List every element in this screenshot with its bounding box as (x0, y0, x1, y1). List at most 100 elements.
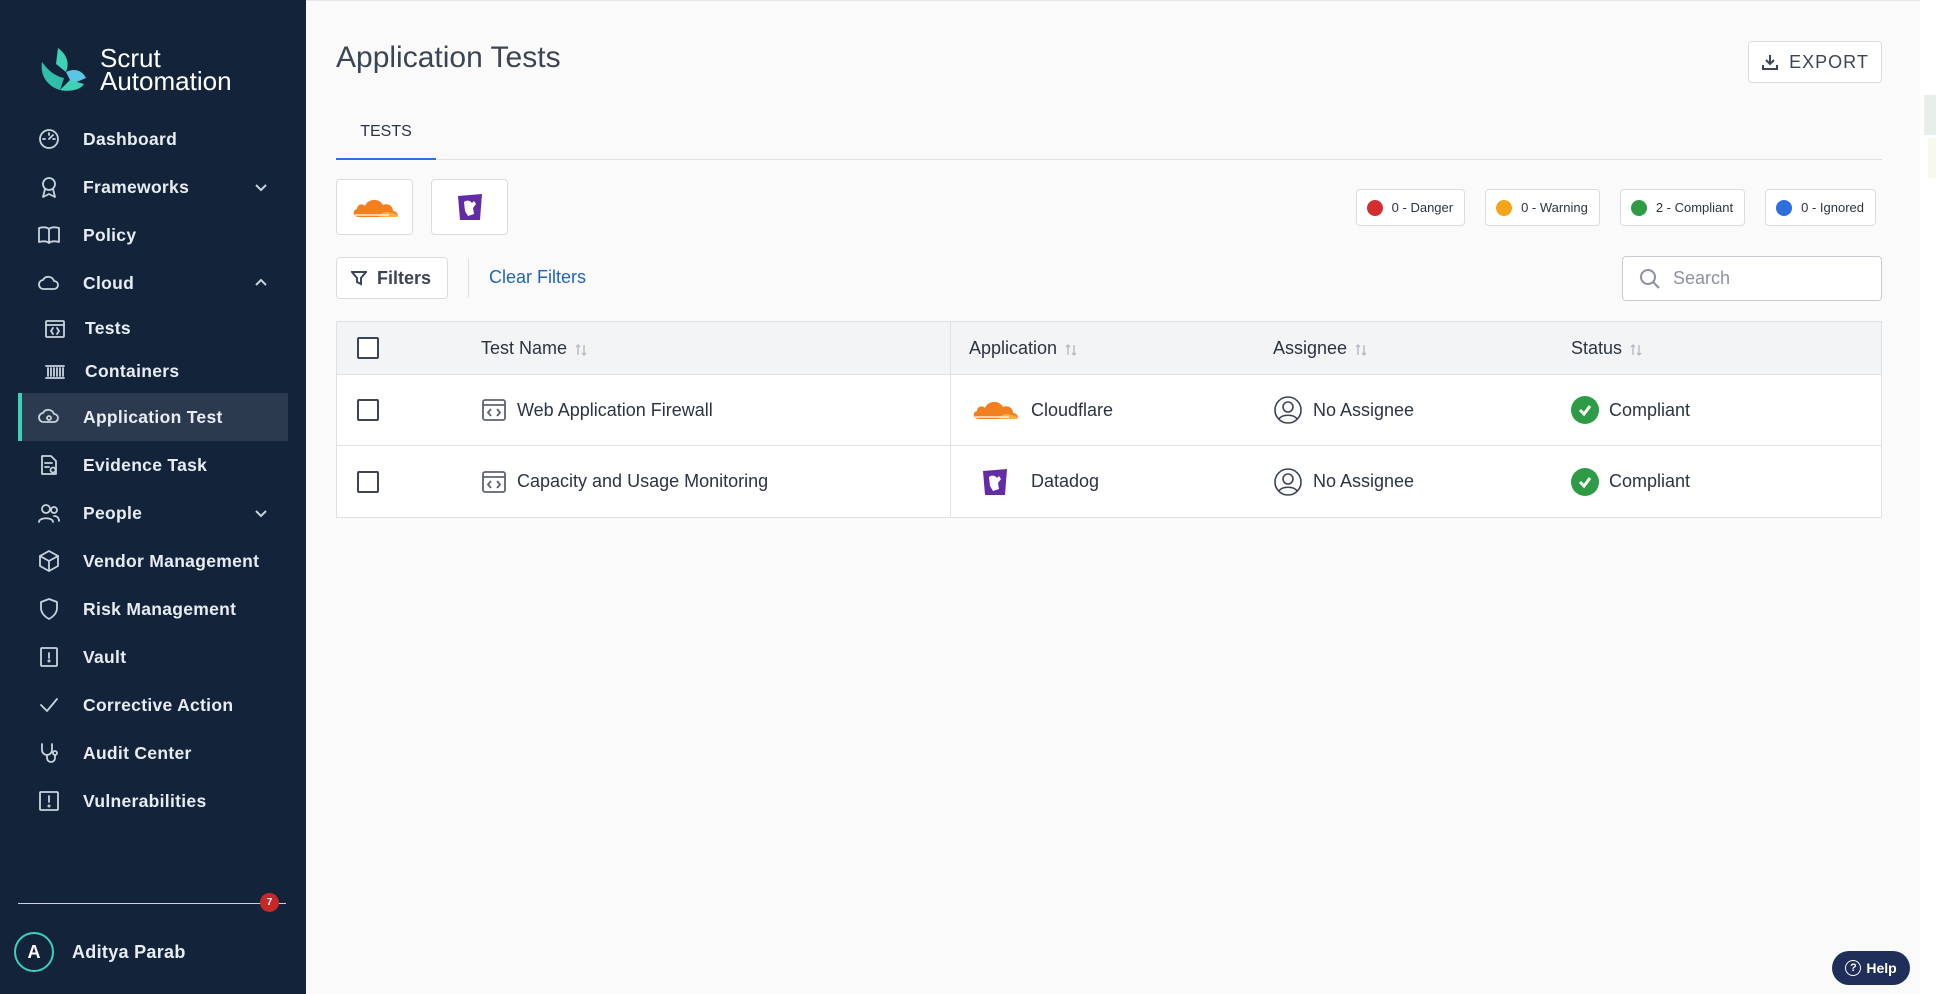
application-cell: Cloudflare (969, 375, 1113, 445)
status-cell: Compliant (1571, 446, 1690, 517)
application-cell: Datadog (969, 446, 1099, 517)
column-header-application[interactable]: Application (969, 322, 1077, 374)
datadog-logo-icon (457, 194, 482, 220)
table-row[interactable]: Web Application Firewall Cloudflare No A… (337, 375, 1881, 446)
select-all-checkbox[interactable] (357, 337, 379, 359)
code-window-icon (481, 397, 507, 423)
sidebar-item-tests[interactable]: Tests (18, 307, 288, 350)
brand-logo[interactable]: Scrut Automation (36, 44, 232, 96)
application-name: Cloudflare (1031, 399, 1114, 420)
ignored-dot-icon (1776, 199, 1793, 216)
sidebar-item-people[interactable]: People (18, 489, 288, 537)
table-row[interactable]: Capacity and Usage Monitoring Datadog No… (337, 446, 1881, 517)
sidebar-item-dashboard[interactable]: Dashboard (18, 115, 288, 163)
tab-bar: TESTS (336, 106, 1882, 160)
column-header-label: Assignee (1273, 337, 1348, 358)
search-box[interactable] (1622, 256, 1882, 301)
sidebar-item-cloud[interactable]: Cloud (18, 259, 288, 307)
code-icon (42, 316, 68, 342)
assignee-cell[interactable]: No Assignee (1273, 375, 1414, 445)
sidebar-item-risk-management[interactable]: Risk Management (18, 585, 288, 633)
sidebar-item-application-test[interactable]: Application Test (18, 393, 288, 441)
filters-button[interactable]: Filters (336, 257, 448, 299)
sidebar-item-label: Cloud (83, 272, 135, 293)
sidebar: Scrut Automation Dashboard Frameworks Po… (0, 0, 306, 994)
clear-filters-link[interactable]: Clear Filters (489, 267, 586, 288)
app-cloud-icon (36, 404, 62, 430)
download-icon (1762, 55, 1779, 70)
chevron-down-icon[interactable] (252, 504, 270, 522)
check-circle-icon (1571, 467, 1599, 496)
box-icon (36, 548, 62, 574)
sidebar-item-audit-center[interactable]: Audit Center (18, 729, 288, 777)
sidebar-item-vulnerabilities[interactable]: Vulnerabilities (18, 777, 288, 825)
status-chip-label: 0 - Danger (1391, 200, 1454, 215)
column-header-status[interactable]: Status (1571, 322, 1642, 374)
test-name: Capacity and Usage Monitoring (517, 471, 769, 491)
divider (468, 259, 469, 297)
row-checkbox[interactable] (357, 399, 379, 421)
assignee-name: No Assignee (1313, 471, 1415, 491)
chevron-up-icon[interactable] (252, 274, 270, 292)
sort-icon[interactable] (1355, 341, 1367, 357)
test-name-cell[interactable]: Web Application Firewall (481, 375, 713, 445)
sidebar-item-policy[interactable]: Policy (18, 211, 288, 259)
datadog-logo-icon (969, 466, 1021, 498)
sidebar-item-evidence-task[interactable]: Evidence Task (18, 441, 288, 489)
sidebar-item-label: Corrective Action (83, 694, 234, 715)
test-name: Web Application Firewall (517, 399, 713, 420)
export-button[interactable]: EXPORT (1748, 41, 1882, 83)
table-header: Test Name Application Assignee Status (337, 322, 1881, 375)
page-title: Application Tests (336, 41, 561, 74)
status-chip-label: 2 - Compliant (1655, 200, 1734, 215)
sidebar-divider (18, 903, 286, 904)
sidebar-item-label: Tests (85, 318, 131, 338)
test-name-cell[interactable]: Capacity and Usage Monitoring (481, 446, 768, 517)
containers-icon (42, 359, 68, 385)
user-circle-icon (1273, 395, 1303, 425)
status-chip-danger[interactable]: 0 - Danger (1355, 189, 1466, 226)
sidebar-item-label: Vulnerabilities (83, 790, 207, 811)
status-chip-label: 0 - Ignored (1801, 200, 1864, 215)
sidebar-item-label: Vendor Management (83, 550, 260, 571)
search-input[interactable] (1673, 268, 1863, 289)
row-checkbox[interactable] (357, 470, 379, 493)
user-profile[interactable]: A Aditya Parab (14, 932, 186, 972)
sidebar-item-containers[interactable]: Containers (18, 350, 288, 393)
alert-icon (36, 788, 62, 814)
scroll-marker (1928, 138, 1936, 178)
avatar: A (14, 932, 54, 972)
help-button[interactable]: ? Help (1832, 951, 1910, 985)
evidence-icon (36, 452, 62, 478)
sidebar-item-label: Evidence Task (83, 454, 208, 475)
sidebar-item-corrective-action[interactable]: Corrective Action (18, 681, 288, 729)
cloud-icon (36, 270, 62, 296)
column-header-test-name[interactable]: Test Name (481, 322, 587, 374)
app-filter-datadog[interactable] (431, 179, 508, 235)
brand-line-2: Automation (100, 66, 232, 96)
sidebar-nav: Dashboard Frameworks Policy Cloud Tests … (18, 115, 288, 825)
scrollbar[interactable] (1920, 0, 1936, 994)
column-header-assignee[interactable]: Assignee (1273, 322, 1367, 374)
status-cell: Compliant (1571, 375, 1690, 445)
assignee-cell[interactable]: No Assignee (1273, 446, 1414, 517)
sidebar-item-vault[interactable]: Vault (18, 633, 288, 681)
sort-icon[interactable] (1065, 341, 1077, 357)
column-divider (950, 375, 951, 445)
tab-tests[interactable]: TESTS (336, 106, 436, 160)
sort-icon[interactable] (575, 341, 587, 357)
sort-icon[interactable] (1630, 341, 1642, 357)
brand-name: Scrut Automation (100, 45, 232, 96)
sidebar-item-vendor-management[interactable]: Vendor Management (18, 537, 288, 585)
status-chip-ignored[interactable]: 0 - Ignored (1765, 189, 1876, 226)
chevron-down-icon[interactable] (252, 178, 270, 196)
sidebar-item-frameworks[interactable]: Frameworks (18, 163, 288, 211)
notification-badge[interactable]: 7 (260, 893, 279, 912)
status-chip-warning[interactable]: 0 - Warning (1485, 189, 1600, 226)
help-label: Help (1866, 960, 1897, 976)
warning-dot-icon (1496, 199, 1513, 216)
app-filter-cloudflare[interactable] (336, 179, 413, 235)
book-icon (36, 222, 62, 248)
scrut-logo-icon (41, 48, 86, 91)
status-chip-compliant[interactable]: 2 - Compliant (1619, 189, 1746, 226)
